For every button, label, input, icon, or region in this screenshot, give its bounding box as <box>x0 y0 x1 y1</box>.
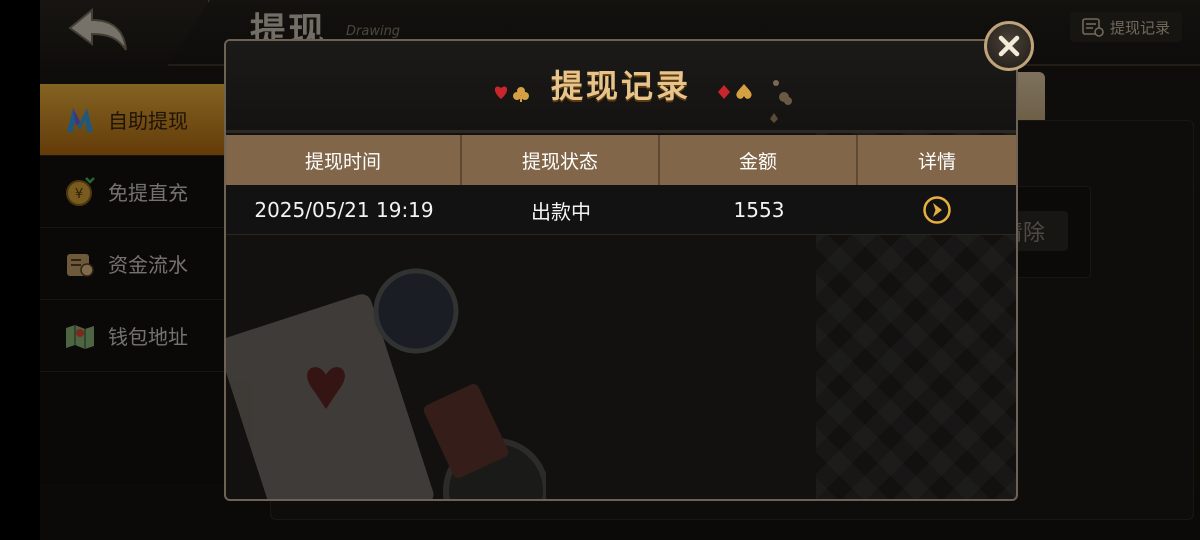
column-header-amount: 金额 <box>660 135 858 185</box>
scattered-suits-icon <box>770 80 792 123</box>
modal-header: 提现记录 <box>226 41 1016 133</box>
arrow-right-circle-icon[interactable] <box>922 195 952 225</box>
playing-cards-decoration-icon <box>226 268 546 499</box>
cell-detail <box>858 185 1016 235</box>
diamond-spade-suits-icon <box>718 84 752 99</box>
close-button[interactable] <box>984 21 1034 71</box>
close-icon <box>998 35 1020 57</box>
withdraw-records-modal: 提现记录 提现时间 提现状态 金额 详情 2025/05/21 19:19 出款… <box>224 39 1018 501</box>
table-row: 2025/05/21 19:19 出款中 1553 <box>226 185 1016 235</box>
records-table-header: 提现时间 提现状态 金额 详情 <box>226 135 1016 185</box>
cell-status: 出款中 <box>531 199 591 224</box>
modal-title: 提现记录 <box>550 67 691 105</box>
cell-time: 2025/05/21 19:19 <box>254 198 434 222</box>
cell-amount: 1553 <box>733 198 785 222</box>
column-header-detail: 详情 <box>917 150 956 173</box>
column-header-time: 提现时间 <box>226 135 462 185</box>
column-header-status: 提现状态 <box>462 135 660 185</box>
